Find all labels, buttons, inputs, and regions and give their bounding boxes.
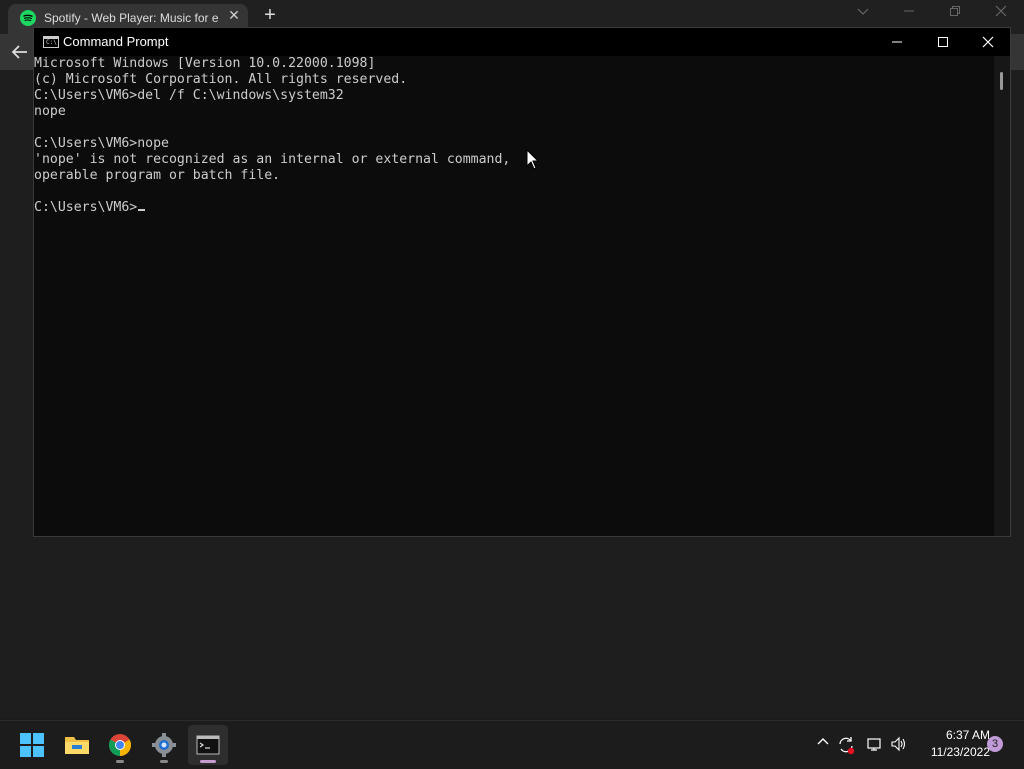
system-clock[interactable]: 6:37 AM 11/23/2022 (914, 727, 990, 761)
scrollbar-thumb[interactable] (1000, 72, 1003, 90)
console-prompt: C:\Users\VM6> (34, 200, 138, 215)
minimize-button[interactable] (874, 28, 920, 56)
start-button[interactable] (12, 725, 52, 765)
settings-icon (152, 733, 176, 757)
sync-icon[interactable] (836, 735, 856, 755)
console-line: Microsoft Windows [Version 10.0.22000.10… (34, 56, 376, 71)
close-button[interactable] (965, 28, 1011, 56)
network-icon[interactable] (864, 735, 884, 755)
console-output[interactable]: Microsoft Windows [Version 10.0.22000.10… (34, 56, 994, 536)
running-indicator (160, 760, 168, 763)
maximize-button[interactable] (920, 28, 966, 56)
console-line: 'nope' is not recognized as an internal … (34, 152, 511, 167)
start-icon (20, 733, 44, 757)
chrome-icon (109, 734, 131, 756)
notification-badge[interactable]: 3 (987, 736, 1003, 752)
spotify-icon (20, 10, 36, 26)
console-line: C:\Users\VM6>del /f C:\windows\system32 (34, 88, 344, 103)
console-line: C:\Users\VM6>nope (34, 136, 169, 151)
volume-icon[interactable] (889, 735, 909, 755)
chevron-up-icon[interactable] (813, 735, 833, 755)
console-line: operable program or batch file. (34, 168, 281, 183)
browser-minimize-icon[interactable] (897, 4, 921, 24)
command-prompt-icon (196, 735, 220, 755)
settings-button[interactable] (144, 725, 184, 765)
clock-date: 11/23/2022 (930, 745, 990, 759)
clock-time: 6:37 AM (945, 728, 990, 742)
tab-close-button[interactable]: ✕ (226, 7, 242, 25)
chrome-button[interactable] (100, 725, 140, 765)
running-indicator (200, 760, 216, 763)
tab-search-icon[interactable] (851, 4, 875, 24)
browser-tab-title: Spotify - Web Player: Music for e (44, 11, 219, 25)
back-arrow-icon[interactable] (10, 42, 32, 62)
browser-restore-icon[interactable] (943, 4, 967, 24)
text-cursor (138, 209, 146, 211)
vertical-scrollbar[interactable] (994, 56, 1010, 536)
browser-close-icon[interactable] (989, 4, 1013, 24)
console-prompt-line[interactable]: C:\Users\VM6> (34, 200, 994, 216)
taskbar: 6:37 AM 11/23/2022 (0, 720, 1024, 769)
command-prompt-icon: C:\ (43, 36, 59, 48)
file-explorer-icon (65, 737, 89, 754)
new-tab-button[interactable]: + (260, 5, 280, 26)
running-indicator (116, 760, 124, 763)
command-prompt-button[interactable] (188, 725, 228, 765)
console-line: (c) Microsoft Corporation. All rights re… (34, 72, 408, 87)
window-title: Command Prompt (63, 34, 169, 49)
console-line: nope (34, 104, 66, 119)
mouse-pointer-icon (526, 148, 540, 171)
file-explorer-button[interactable] (56, 725, 96, 765)
command-prompt-window[interactable]: C:\ Command Prompt Microsoft Windows [Ve… (33, 27, 1011, 537)
cmd-title-bar[interactable]: C:\ Command Prompt (34, 28, 1010, 56)
